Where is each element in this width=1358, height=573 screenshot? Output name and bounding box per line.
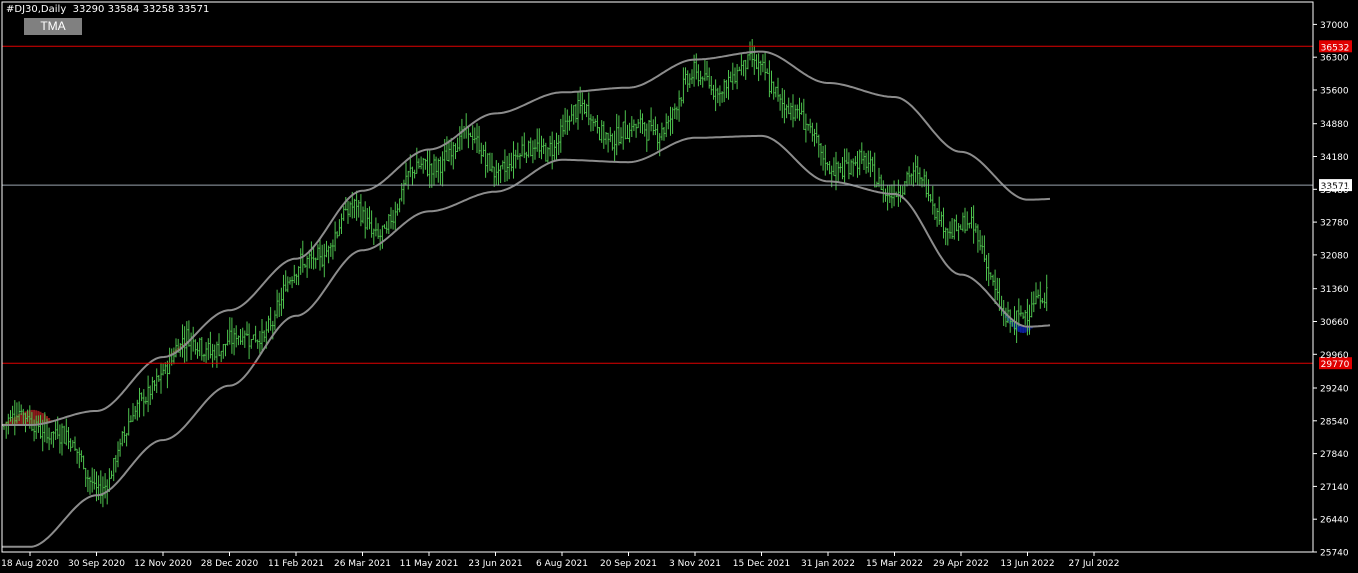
y-tick-label: 32780	[1320, 219, 1349, 229]
x-tick-label: 12 Nov 2020	[134, 559, 192, 569]
ohlc-values: 33290 33584 33258 33571	[72, 4, 210, 15]
y-tick-label: 37000	[1320, 21, 1349, 31]
plot-frame	[1, 1, 1314, 553]
y-tick-label: 33480	[1320, 186, 1349, 196]
x-tick-label: 15 Dec 2021	[733, 559, 791, 569]
x-tick-label: 18 Aug 2020	[1, 559, 59, 569]
x-tick-label: 31 Jan 2022	[801, 559, 855, 569]
y-tick-label: 26440	[1320, 516, 1349, 526]
y-tick-label: 25740	[1320, 549, 1349, 559]
y-tick-label: 29240	[1320, 385, 1349, 395]
y-tick-label: 27840	[1320, 450, 1349, 460]
level-price-label: 29770	[1321, 360, 1350, 370]
symbol-label: #DJ30,Daily	[6, 4, 67, 15]
tma-upper-band	[2, 50, 1051, 426]
y-tick-label: 35600	[1320, 87, 1349, 97]
level-price-label: 36532	[1321, 43, 1350, 53]
y-tick-label: 29960	[1320, 351, 1349, 361]
x-tick-label: 28 Dec 2020	[201, 559, 259, 569]
y-tick-label: 27140	[1320, 483, 1349, 493]
y-tick-label: 31360	[1320, 285, 1349, 295]
x-tick-label: 23 Jun 2021	[468, 559, 522, 569]
x-tick-label: 11 May 2021	[400, 559, 459, 569]
price-chart[interactable]: 365322977033571 370003630035600348803418…	[0, 0, 1358, 573]
x-tick-label: 26 Mar 2021	[334, 559, 391, 569]
tma-bands	[2, 50, 1051, 548]
y-tick-label: 28540	[1320, 417, 1349, 427]
chart-axes: 37000 36300 35600 34880 34180 33480 32780 32080…	[1, 1, 1349, 569]
x-tick-label: 27 Jul 2022	[1069, 559, 1120, 569]
y-tick-label: 36300	[1320, 54, 1349, 64]
x-tick-label: 13 Jun 2022	[1000, 559, 1054, 569]
x-tick-label: 29 Apr 2022	[933, 559, 989, 569]
y-tick-label: 34180	[1320, 153, 1349, 163]
x-tick-label: 11 Feb 2021	[268, 559, 324, 569]
x-tick-label: 3 Nov 2021	[669, 559, 721, 569]
price-bars	[3, 39, 1048, 508]
x-tick-label: 20 Sep 2021	[600, 559, 657, 569]
x-tick-label: 15 Mar 2022	[866, 559, 923, 569]
horizontal-levels[interactable]: 365322977033571	[2, 40, 1352, 370]
y-tick-label: 32080	[1320, 251, 1349, 261]
tma-band-fills	[5, 191, 1033, 425]
chart-header: #DJ30,Daily 33290 33584 33258 33571	[6, 4, 209, 15]
x-tick-label: 30 Sep 2020	[68, 559, 125, 569]
x-tick-label: 6 Aug 2021	[536, 559, 588, 569]
tma-button[interactable]: TMA	[24, 18, 82, 35]
y-tick-label: 30660	[1320, 318, 1349, 328]
y-tick-label: 34880	[1320, 120, 1349, 130]
